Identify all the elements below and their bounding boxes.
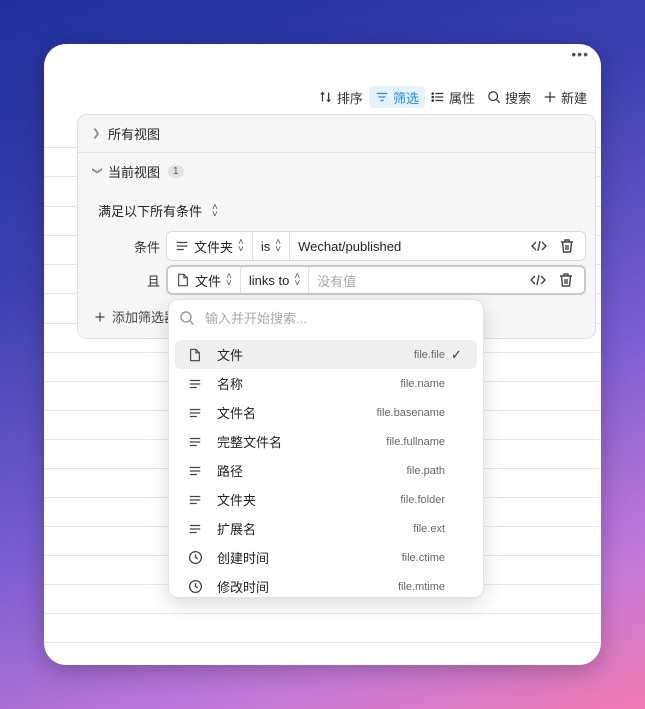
table-row-divider bbox=[44, 613, 601, 614]
clock-icon bbox=[187, 550, 203, 566]
file-icon bbox=[178, 273, 188, 287]
current-view-count-badge: 1 bbox=[168, 165, 184, 178]
operator-select-value: links to bbox=[248, 272, 290, 288]
dropdown-item[interactable]: 文件夹 file.folder bbox=[175, 485, 477, 514]
file-icon bbox=[187, 347, 203, 363]
dropdown-item-label: 扩展名 bbox=[217, 522, 257, 537]
properties-label: 属性 bbox=[448, 90, 475, 106]
match-mode-label: 满足以下所有条件 bbox=[98, 204, 203, 219]
search-label: 搜索 bbox=[504, 90, 531, 106]
all-views-header[interactable]: ❯ 所有视图 bbox=[92, 124, 160, 143]
condition-prefix-label: 且 bbox=[146, 274, 160, 289]
clock-icon bbox=[187, 579, 203, 595]
select-arrows-icon: ˄ ˅ bbox=[238, 237, 244, 255]
view-toolbar: 排序 筛选 属性 搜索 新建 bbox=[313, 86, 593, 108]
operator-select[interactable]: links to ˄ ˅ bbox=[241, 267, 310, 293]
dropdown-item-label: 文件 bbox=[217, 348, 244, 363]
condition-prefix-label: 条件 bbox=[133, 240, 160, 255]
select-arrows-icon: ˄ ˅ bbox=[226, 271, 232, 289]
select-arrows-icon: ˄ ˅ bbox=[212, 201, 218, 220]
dropdown-item-label: 路径 bbox=[217, 464, 244, 479]
dropdown-item-key: file.basename bbox=[376, 406, 446, 419]
filter-condition-row: 文件 ˄ ˅ links to ˄ ˅ 没有值 bbox=[166, 265, 586, 295]
text-lines-icon bbox=[187, 405, 203, 421]
text-lines-icon bbox=[176, 241, 188, 251]
property-select[interactable]: 文件夹 ˄ ˅ bbox=[167, 232, 253, 260]
sort-label: 排序 bbox=[336, 90, 363, 106]
operator-select-value: is bbox=[260, 238, 271, 254]
filter-condition-row: 文件夹 ˄ ˅ is ˄ ˅ Wechat/published bbox=[166, 231, 586, 261]
current-view-label: 当前视图 bbox=[108, 165, 161, 180]
chevron-down-icon: ❯ bbox=[91, 166, 103, 175]
add-filter-button[interactable]: 添加筛选器 bbox=[94, 307, 177, 326]
dropdown-item[interactable]: 完整文件名 file.fullname bbox=[175, 427, 477, 456]
text-lines-icon bbox=[187, 463, 203, 479]
code-icon[interactable] bbox=[530, 272, 546, 288]
dropdown-item[interactable]: 路径 file.path bbox=[175, 456, 477, 485]
dropdown-item-key: file.path bbox=[406, 464, 445, 477]
all-views-label: 所有视图 bbox=[108, 127, 161, 142]
text-lines-icon bbox=[187, 492, 203, 508]
trash-icon[interactable] bbox=[559, 238, 575, 254]
filter-button[interactable]: 筛选 bbox=[368, 86, 425, 108]
new-label: 新建 bbox=[560, 90, 587, 106]
checkmark-icon: ✓ bbox=[451, 346, 462, 362]
dropdown-list: 文件 file.file ✓ 名称 file.name 文件名 file.basename 完… bbox=[175, 340, 477, 597]
dropdown-item-label: 文件夹 bbox=[217, 493, 257, 508]
plus-icon bbox=[544, 91, 556, 103]
dropdown-item-key: file.folder bbox=[400, 493, 445, 506]
dropdown-item[interactable]: 文件名 file.basename bbox=[175, 398, 477, 427]
table-row-divider bbox=[44, 642, 601, 643]
filter-icon bbox=[376, 92, 388, 102]
dropdown-item[interactable]: 修改时间 file.mtime bbox=[175, 572, 477, 597]
text-lines-icon bbox=[187, 434, 203, 450]
plus-icon bbox=[95, 312, 105, 321]
more-options-button[interactable]: ••• bbox=[571, 46, 589, 62]
select-arrows-icon: ˄ ˅ bbox=[294, 271, 301, 289]
current-view-header[interactable]: ❯ 当前视图 1 bbox=[92, 162, 184, 181]
dropdown-item[interactable]: 扩展名 file.ext bbox=[175, 514, 477, 543]
dropdown-item[interactable]: 文件 file.file ✓ bbox=[175, 340, 477, 369]
condition-value-input[interactable]: Wechat/published bbox=[290, 232, 531, 260]
dropdown-item-key: file.fullname bbox=[386, 435, 445, 448]
search-button[interactable]: 搜索 bbox=[481, 86, 537, 108]
list-icon bbox=[431, 92, 444, 102]
search-icon bbox=[488, 91, 501, 104]
condition-value-input[interactable]: 没有值 bbox=[309, 267, 530, 293]
search-icon bbox=[180, 310, 194, 325]
select-arrows-icon: ˄ ˅ bbox=[275, 237, 282, 255]
properties-button[interactable]: 属性 bbox=[425, 86, 481, 108]
property-dropdown: 输入并开始搜索... 文件 file.file ✓ 名称 file.name 文件名 fil… bbox=[168, 299, 484, 598]
dropdown-item-key: file.file bbox=[413, 348, 445, 361]
dropdown-item-key: file.mtime bbox=[397, 580, 445, 593]
trash-icon[interactable] bbox=[558, 272, 574, 288]
dropdown-search[interactable]: 输入并开始搜索... bbox=[179, 308, 307, 327]
dropdown-item-key: file.name bbox=[400, 377, 445, 390]
dropdown-item-key: file.ctime bbox=[401, 551, 445, 564]
operator-select[interactable]: is ˄ ˅ bbox=[253, 232, 291, 260]
dropdown-item-label: 创建时间 bbox=[217, 551, 270, 566]
code-icon[interactable] bbox=[531, 238, 547, 254]
base-view-window: ••• 排序 筛选 属性 搜索 新建 ❯ 所有视图 ❯ 当前视图 1 满足以下所… bbox=[44, 44, 601, 665]
property-select[interactable]: 文件 ˄ ˅ bbox=[168, 267, 241, 293]
filter-label: 筛选 bbox=[392, 90, 419, 106]
dropdown-item-label: 名称 bbox=[217, 377, 244, 392]
dropdown-search-input[interactable]: 输入并开始搜索... bbox=[205, 308, 307, 327]
text-lines-icon bbox=[187, 376, 203, 392]
dropdown-item-label: 修改时间 bbox=[217, 580, 270, 595]
dropdown-item-key: file.ext bbox=[413, 522, 445, 535]
new-button[interactable]: 新建 bbox=[537, 86, 593, 108]
dropdown-item-label: 完整文件名 bbox=[217, 435, 283, 450]
sort-button[interactable]: 排序 bbox=[313, 86, 369, 108]
dropdown-item[interactable]: 名称 file.name bbox=[175, 369, 477, 398]
sort-icon bbox=[320, 91, 331, 103]
property-select-value: 文件 bbox=[195, 273, 222, 289]
text-lines-icon bbox=[187, 521, 203, 537]
match-mode-select[interactable]: 满足以下所有条件 ˄ ˅ bbox=[98, 201, 218, 220]
dropdown-item-label: 文件名 bbox=[217, 406, 257, 421]
panel-divider bbox=[78, 152, 595, 153]
property-select-value: 文件夹 bbox=[194, 239, 234, 255]
chevron-right-icon: ❯ bbox=[92, 128, 101, 139]
dropdown-item[interactable]: 创建时间 file.ctime bbox=[175, 543, 477, 572]
